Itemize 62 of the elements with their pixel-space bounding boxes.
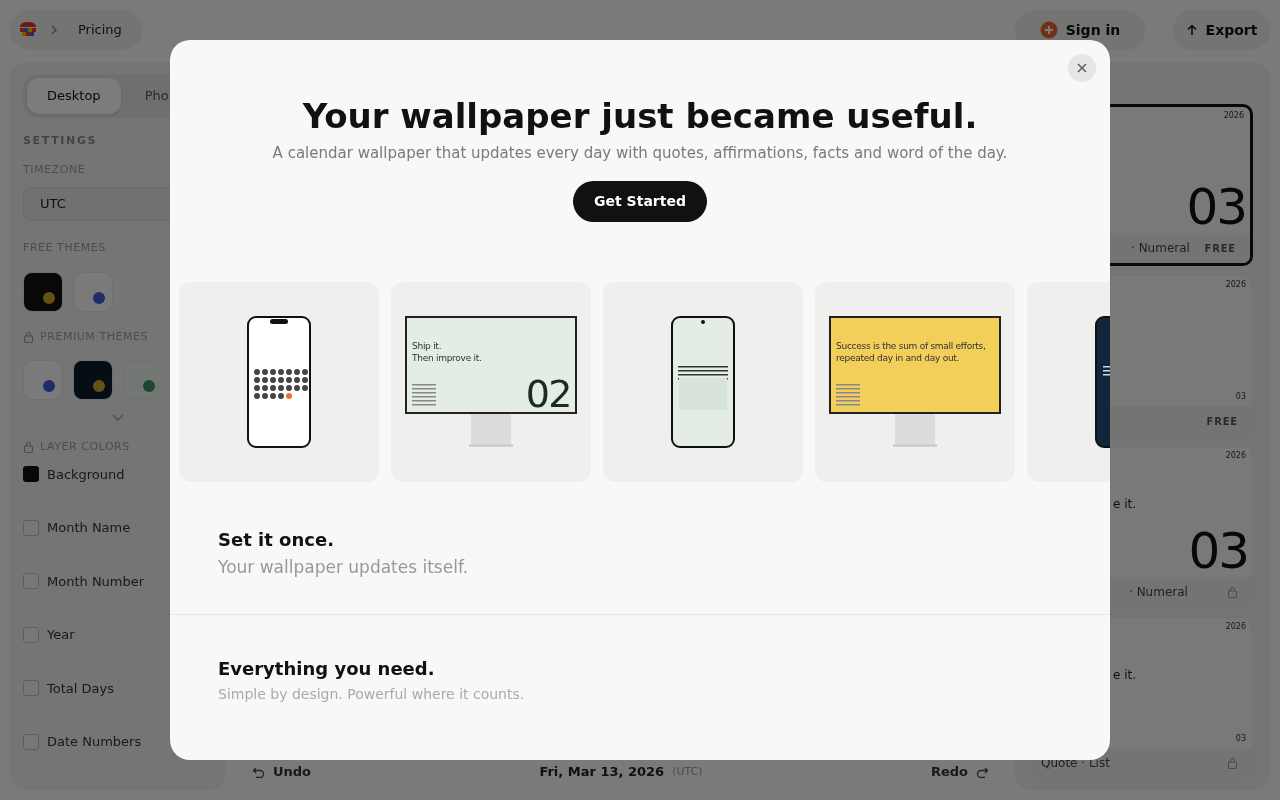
year-label: 2026 — [1223, 110, 1244, 122]
day-numeral: 03 — [1186, 181, 1246, 233]
day-number: 03 — [1235, 733, 1246, 745]
chevron-right-icon — [50, 25, 58, 35]
theme-swatch[interactable] — [123, 360, 163, 400]
theme-swatch[interactable] — [73, 271, 113, 312]
plan-label: FREE — [1206, 414, 1238, 429]
chevron-down-icon — [112, 414, 124, 421]
checkbox[interactable] — [23, 680, 39, 697]
layer-label: Month Number — [47, 572, 146, 591]
monitor-stand-drawing — [893, 413, 937, 448]
theme-name: · Numeral — [1131, 240, 1190, 257]
dialog-subtitle: A calendar wallpaper that updates every day with quotes, affirmations, facts and word of the day. — [271, 143, 1009, 164]
quote-text: e it. — [1113, 667, 1137, 684]
close-icon — [1077, 63, 1087, 73]
quote-line: Then improve it. — [412, 351, 483, 364]
get-started-button[interactable]: Get Started — [573, 180, 707, 222]
day-number: 03 — [1235, 391, 1246, 403]
checkbox[interactable] — [23, 626, 39, 643]
quote-line: Ship it. — [412, 339, 443, 352]
day-numeral: 02 — [525, 372, 571, 415]
year-label: 2026 — [1225, 279, 1246, 291]
plus-circle-icon — [1039, 21, 1058, 39]
layer-label: Background — [47, 465, 126, 484]
feature-text: Simple by design. Powerful where it counts. — [218, 685, 526, 704]
checkbox[interactable] — [23, 466, 39, 483]
close-button[interactable] — [1068, 54, 1096, 82]
theme-swatch[interactable] — [73, 360, 113, 400]
feature-title: Set it once. — [218, 527, 335, 552]
feature-text: Your wallpaper updates itself. — [218, 555, 470, 579]
layer-label: Year — [47, 626, 76, 644]
logo-icon[interactable] — [18, 21, 38, 39]
breadcrumb-link[interactable]: Pricing — [78, 20, 122, 40]
undo-button[interactable]: Undo — [252, 762, 312, 782]
year-label: 2026 — [1225, 621, 1246, 633]
quote-text: e it. — [1113, 496, 1137, 513]
dialog-title: Your wallpaper just became useful. — [301, 95, 979, 138]
theme-swatch[interactable] — [23, 271, 63, 312]
lock-icon — [23, 441, 34, 454]
checkbox[interactable] — [23, 573, 39, 590]
year-label: 2026 — [1225, 450, 1246, 462]
layer-label: Total Days — [47, 679, 115, 698]
lock-icon — [23, 330, 34, 343]
export-button[interactable]: Export — [1173, 10, 1270, 50]
layer-label: Date Numbers — [47, 733, 143, 751]
checkbox[interactable] — [23, 733, 39, 750]
monitor-stand-drawing — [469, 413, 513, 448]
day-numeral: 03 — [1188, 525, 1248, 577]
layer-label: Month Name — [47, 519, 132, 537]
theme-name: · Numeral — [1129, 584, 1188, 601]
quote-line: repeated day in and day out. — [836, 351, 961, 364]
date-label: Fri, Mar 13, 2026 — [539, 763, 665, 782]
theme-swatch[interactable] — [23, 360, 63, 400]
arrow-up-icon — [1185, 24, 1198, 36]
plan-label: FREE — [1204, 241, 1236, 256]
redo-button[interactable]: Redo — [930, 762, 989, 782]
checkbox[interactable] — [23, 519, 39, 536]
feature-title: Everything you need. — [218, 657, 436, 681]
tab[interactable]: Desktop — [27, 78, 121, 114]
undo-icon — [252, 766, 265, 778]
redo-icon — [976, 766, 989, 778]
quote-line: Success is the sum of small efforts, — [836, 339, 987, 352]
